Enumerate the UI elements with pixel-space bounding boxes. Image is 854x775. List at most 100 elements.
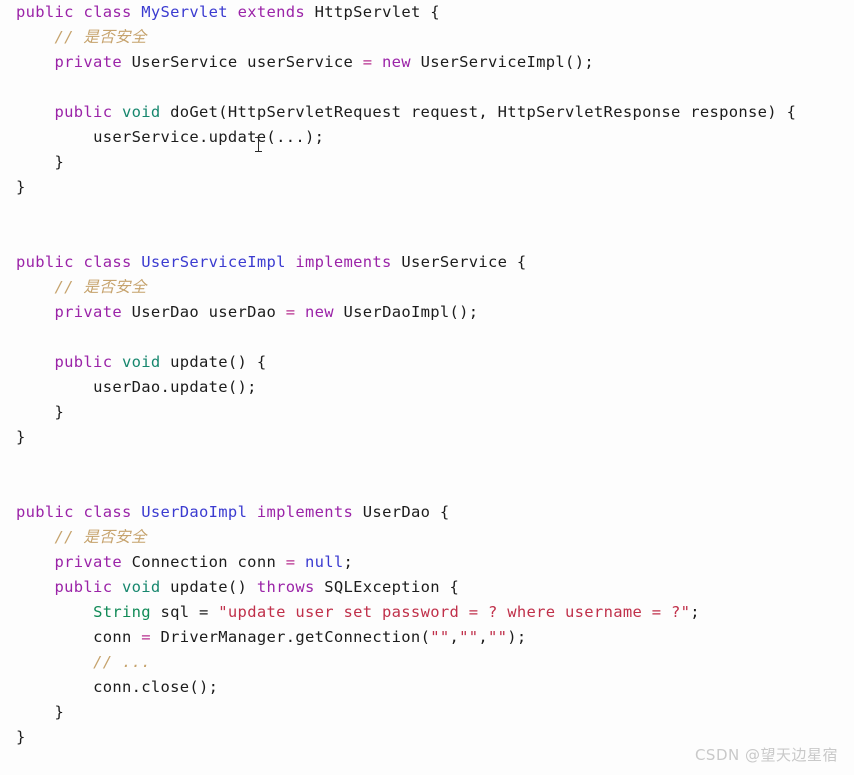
code-token-op: = bbox=[141, 628, 151, 646]
code-token-cmt: // 是否安全 bbox=[54, 28, 147, 46]
code-line: // 是否安全 bbox=[0, 275, 854, 300]
code-token-plain: UserDao userDao bbox=[121, 303, 286, 321]
code-token-kw: private bbox=[54, 303, 122, 321]
code-line: public class UserServiceImpl implements … bbox=[0, 250, 854, 275]
code-token-kw: private bbox=[54, 53, 122, 71]
code-token-kw: public bbox=[16, 3, 74, 21]
code-line: } bbox=[0, 400, 854, 425]
code-token-plain: Connection conn bbox=[121, 553, 286, 571]
code-token-kw: class bbox=[83, 3, 132, 21]
code-token-cmt: // 是否安全 bbox=[54, 278, 147, 296]
code-line: public void update() { bbox=[0, 350, 854, 375]
code-token-type: UserServiceImpl bbox=[141, 253, 286, 271]
code-token-plain: ); bbox=[507, 628, 527, 646]
code-line: conn = DriverManager.getConnection("",""… bbox=[0, 625, 854, 650]
code-token-plain: , bbox=[478, 628, 489, 646]
code-token-plain: } bbox=[54, 703, 65, 721]
code-line: // 是否安全 bbox=[0, 525, 854, 550]
code-token-kw: class bbox=[83, 253, 132, 271]
code-line: private Connection conn = null; bbox=[0, 550, 854, 575]
java-code-block[interactable]: public class MyServlet extends HttpServl… bbox=[0, 0, 854, 750]
code-screenshot-surface: public class MyServlet extends HttpServl… bbox=[0, 0, 854, 775]
code-token-str: "" bbox=[488, 628, 508, 646]
code-token-plain: conn.close(); bbox=[93, 678, 219, 696]
code-line: private UserService userService = new Us… bbox=[0, 50, 854, 75]
code-line: } bbox=[0, 150, 854, 175]
code-token-plain: userService.update(...); bbox=[93, 128, 325, 146]
code-token-kw: public bbox=[54, 353, 113, 371]
code-token-kw: public bbox=[16, 503, 74, 521]
code-token-plain: } bbox=[16, 178, 26, 196]
code-token-str: "update user set password = ? where user… bbox=[218, 603, 691, 621]
code-token-prim: void bbox=[121, 353, 161, 371]
code-token-type: MyServlet bbox=[141, 3, 228, 21]
code-token-kw: class bbox=[83, 503, 132, 521]
code-token-plain: HttpServlet { bbox=[305, 3, 440, 21]
code-line: userService.update(...); bbox=[0, 125, 854, 150]
code-line: private UserDao userDao = new UserDaoImp… bbox=[0, 300, 854, 325]
code-line: } bbox=[0, 175, 854, 200]
code-token-kw: public bbox=[54, 103, 113, 121]
code-token-plain: sql = bbox=[150, 603, 219, 621]
code-token-type: null bbox=[305, 553, 344, 571]
code-token-kw: extends bbox=[237, 3, 306, 21]
code-line: String sql = "update user set password =… bbox=[0, 600, 854, 625]
code-token-op: = bbox=[362, 53, 373, 71]
code-token-kw: private bbox=[54, 553, 122, 571]
code-line: // ... bbox=[0, 650, 854, 675]
code-token-plain: , bbox=[449, 628, 460, 646]
code-line: public void update() throws SQLException… bbox=[0, 575, 854, 600]
code-token-cmt: // ... bbox=[93, 653, 151, 671]
code-line: public class MyServlet extends HttpServl… bbox=[0, 0, 854, 25]
csdn-watermark: CSDN @望天边星宿 bbox=[694, 746, 838, 764]
code-token-plain: } bbox=[54, 153, 65, 171]
code-token-kw: implements bbox=[295, 253, 392, 271]
code-token-kw: public bbox=[16, 253, 74, 271]
code-token-plain: ; bbox=[690, 603, 700, 621]
code-token-plain: UserService userService bbox=[121, 53, 363, 71]
code-token-plain: conn bbox=[93, 628, 142, 646]
code-token-plain: ; bbox=[343, 553, 354, 571]
code-token-plain: DriverManager.getConnection( bbox=[150, 628, 431, 646]
code-token-type: UserDaoImpl bbox=[141, 503, 248, 521]
code-token-kw: implements bbox=[256, 503, 354, 521]
code-token-op: = bbox=[285, 303, 296, 321]
code-token-cmt: // 是否安全 bbox=[54, 528, 147, 546]
code-token-plain: update() { bbox=[160, 353, 267, 371]
code-line: } bbox=[0, 425, 854, 450]
code-token-str: "" bbox=[430, 628, 450, 646]
code-line: // 是否安全 bbox=[0, 25, 854, 50]
code-token-plain: UserDao { bbox=[353, 503, 450, 521]
code-token-plain: } bbox=[16, 428, 26, 446]
